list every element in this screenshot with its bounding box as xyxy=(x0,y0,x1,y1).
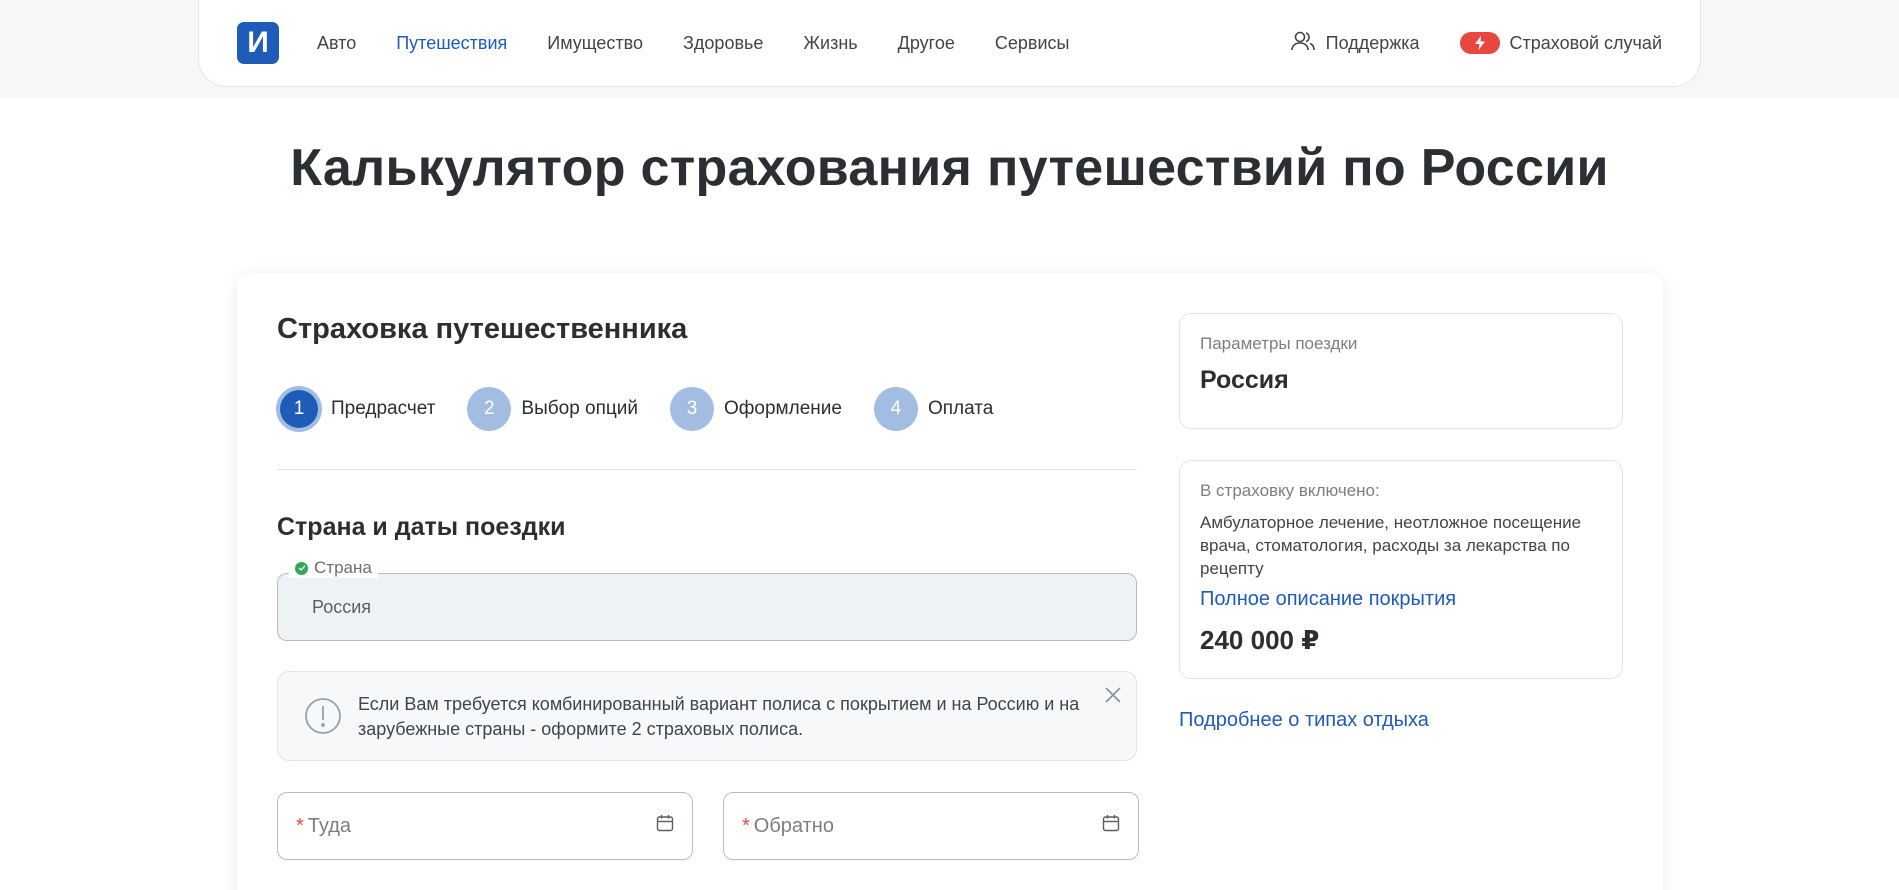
exclamation-icon xyxy=(304,696,342,741)
site-header: И Авто Путешествия Имущество Здоровье Жи… xyxy=(198,0,1701,87)
required-mark: * xyxy=(296,814,304,837)
departure-date-placeholder: Туда xyxy=(307,814,352,837)
required-mark: * xyxy=(742,814,750,837)
check-icon xyxy=(295,561,308,575)
users-icon xyxy=(1290,30,1316,57)
step-label: Выбор опций xyxy=(521,398,639,419)
coverage-description: Амбулаторное лечение, неотложное посещен… xyxy=(1200,513,1582,578)
nav-item-life[interactable]: Жизнь xyxy=(803,33,857,54)
insurance-claim-button[interactable]: Страховой случай xyxy=(1459,32,1662,54)
nav-item-services[interactable]: Сервисы xyxy=(995,33,1070,54)
nav-item-travel[interactable]: Путешествия xyxy=(396,33,507,54)
close-icon[interactable] xyxy=(1102,684,1124,706)
country-field[interactable]: Россия xyxy=(277,573,1137,641)
rest-types-link[interactable]: Подробнее о типах отдыха xyxy=(1179,709,1429,732)
country-label: Страна xyxy=(289,558,378,578)
nav-item-property[interactable]: Имущество xyxy=(547,33,643,54)
logo[interactable]: И xyxy=(237,22,279,64)
step-number: 2 xyxy=(467,387,512,431)
lightning-icon xyxy=(1459,32,1500,54)
info-notice: Если Вам требуется комбинированный вариа… xyxy=(277,671,1137,761)
divider xyxy=(277,469,1137,470)
section-title: Страна и даты поездки xyxy=(277,513,566,541)
nav-item-auto[interactable]: Авто xyxy=(317,33,356,54)
step-registration[interactable]: 3 Оформление xyxy=(670,387,842,431)
nav-item-other[interactable]: Другое xyxy=(898,33,955,54)
step-options[interactable]: 2 Выбор опций xyxy=(467,387,638,431)
return-date-placeholder: Обратно xyxy=(753,814,834,837)
header-actions: Поддержка Страховой случай xyxy=(1290,30,1662,57)
coverage-box: В страховку включено: Амбулаторное лечен… xyxy=(1179,460,1623,679)
step-precalc[interactable]: 1 Предрасчет xyxy=(277,387,435,431)
country-label-text: Страна xyxy=(314,558,372,577)
stepper: 1 Предрасчет 2 Выбор опций 3 Оформление … xyxy=(277,387,1025,431)
step-number: 3 xyxy=(670,387,715,431)
return-date-field[interactable]: * Обратно xyxy=(723,792,1139,860)
claim-label: Страховой случай xyxy=(1509,32,1662,53)
page-title: Калькулятор страхования путешествий по Р… xyxy=(290,139,1609,197)
trip-params-value: Россия xyxy=(1200,366,1289,394)
main-nav: Авто Путешествия Имущество Здоровье Жизн… xyxy=(317,33,1069,54)
coverage-details-link[interactable]: Полное описание покрытия xyxy=(1200,588,1602,611)
support-link[interactable]: Поддержка xyxy=(1290,30,1420,57)
coverage-label: В страховку включено: xyxy=(1200,481,1380,500)
step-number: 4 xyxy=(873,387,918,431)
trip-params-label: Параметры поездки xyxy=(1200,334,1358,353)
step-number: 1 xyxy=(280,390,318,428)
departure-date-field[interactable]: * Туда xyxy=(277,792,693,860)
step-label: Оформление xyxy=(724,398,842,419)
calendar-icon xyxy=(1102,814,1120,838)
coverage-sum: 240 000 ₽ xyxy=(1200,625,1320,655)
step-label: Оплата xyxy=(927,398,994,419)
country-value: Россия xyxy=(312,596,372,617)
trip-params-box: Параметры поездки Россия xyxy=(1179,313,1623,429)
notice-text: Если Вам требуется комбинированный вариа… xyxy=(358,694,1080,739)
step-label: Предрасчет xyxy=(331,398,436,419)
form-title: Страховка путешественника xyxy=(277,313,688,345)
calendar-icon xyxy=(656,814,674,838)
calculator-card: Страховка путешественника 1 Предрасчет 2… xyxy=(237,273,1663,890)
step-payment[interactable]: 4 Оплата xyxy=(873,387,994,431)
support-label: Поддержка xyxy=(1325,32,1420,53)
nav-item-health[interactable]: Здоровье xyxy=(683,33,763,54)
